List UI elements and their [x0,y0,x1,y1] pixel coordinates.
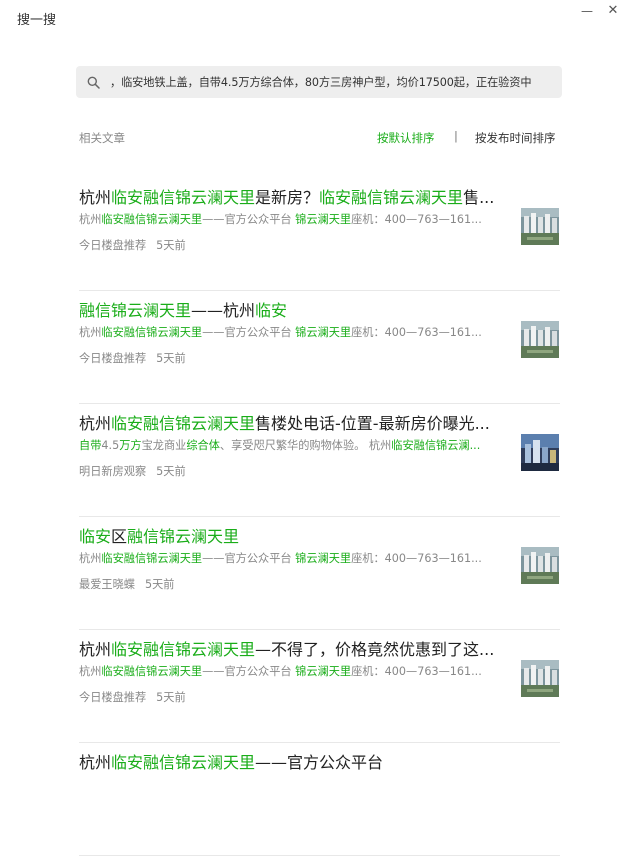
snippet-highlight: 综合体 [186,439,220,452]
result-meta: 今日楼盘推荐 5天前 [79,237,186,253]
title-text: 杭州 [79,188,112,207]
snippet-text: ——官方公众平台 [202,326,296,339]
search-icon[interactable] [76,76,110,89]
result-date: 5天前 [156,239,186,252]
minimize-icon[interactable]: — [578,2,596,20]
result-meta: 最爱王晓蝶 5天前 [79,576,174,592]
result-thumbnail[interactable] [521,660,559,697]
result-title[interactable]: 杭州临安融信锦云澜天里——官方公众平台 [79,749,549,773]
title-highlight: 融信锦云澜天里 [79,301,192,320]
title-text: 杭州 [79,640,112,659]
related-articles-label: 相关文章 [79,131,125,145]
result-item[interactable]: 杭州临安融信锦云澜天里—不得了，价格竟然优惠到了这... 杭州临安融信锦云澜天里—… [79,630,560,743]
results-list: 杭州临安融信锦云澜天里是新房？临安融信锦云澜天里售... 杭州临安融信锦云澜天里—… [79,178,560,856]
snippet-text: ——官方公众平台 [202,665,296,678]
snippet-highlight: 临安融信锦云澜... [391,439,481,452]
snippet-text: ——官方公众平台 [202,213,296,226]
title-highlight: 临安融信锦云澜天里 [111,188,256,207]
result-title[interactable]: 临安区融信锦云澜天里 [79,523,549,547]
result-meta: 今日楼盘推荐 5天前 [79,689,186,705]
snippet-text: 座机：400—763—161... [351,326,482,339]
result-source[interactable]: 今日楼盘推荐 [79,691,146,704]
result-date: 5天前 [156,352,186,365]
title-text: 杭州 [79,414,112,433]
snippet-text: 宝龙商业 [141,439,187,452]
title-text: 是新房？ [255,188,320,207]
result-title[interactable]: 融信锦云澜天里——杭州临安 [79,297,549,321]
list-header: 相关文章 按默认排序 | 按发布时间排序 [79,129,560,148]
title-highlight: 临安 [255,301,288,320]
result-thumbnail[interactable] [521,434,559,471]
title-highlight: 临安融信锦云澜天里 [111,640,256,659]
result-snippet: 杭州临安融信锦云澜天里——官方公众平台 锦云澜天里座机：400—763—161.… [79,324,509,340]
search-bar[interactable]: ，临安地铁上盖，自带4.5万方综合体，80方三房神户型，均价17500起，正在验… [76,66,562,98]
result-item[interactable]: 临安区融信锦云澜天里 杭州临安融信锦云澜天里——官方公众平台 锦云澜天里座机：40… [79,517,560,630]
snippet-text: 杭州 [79,552,102,565]
result-date: 5天前 [144,578,175,591]
result-item[interactable]: 杭州临安融信锦云澜天里是新房？临安融信锦云澜天里售... 杭州临安融信锦云澜天里—… [79,178,560,291]
snippet-text: ——官方公众平台 [202,552,296,565]
snippet-highlight: 锦云澜天里 [295,213,352,226]
snippet-highlight: 锦云澜天里 [295,552,352,565]
snippet-text: 杭州 [79,213,102,226]
result-snippet: 自带4.5万方宝龙商业综合体、享受咫尺繁华的购物体验。 杭州临安融信锦云澜... [79,437,509,453]
snippet-text: 杭州 [79,326,102,339]
result-thumbnail[interactable] [521,208,559,245]
result-meta: 明日新房观察 5天前 [79,463,186,479]
snippet-highlight: 万方 [119,439,142,452]
result-source[interactable]: 今日楼盘推荐 [79,239,146,252]
snippet-highlight: 临安融信锦云澜天里 [101,213,203,226]
result-source[interactable]: 明日新房观察 [79,465,146,478]
sort-divider: | [454,129,458,143]
result-source[interactable]: 今日楼盘推荐 [79,352,146,365]
snippet-text: 4.5 [101,439,120,452]
result-snippet: 杭州临安融信锦云澜天里——官方公众平台 锦云澜天里座机：400—763—161.… [79,211,509,227]
result-item[interactable]: 融信锦云澜天里——杭州临安 杭州临安融信锦云澜天里——官方公众平台 锦云澜天里座机… [79,291,560,404]
result-title[interactable]: 杭州临安融信锦云澜天里是新房？临安融信锦云澜天里售... [79,184,549,208]
snippet-highlight: 临安融信锦云澜天里 [101,665,203,678]
result-date: 5天前 [156,691,186,704]
result-item[interactable]: 杭州临安融信锦云澜天里售楼处电话-位置-最新房价曝光... 自带4.5万方宝龙商业… [79,404,560,517]
result-title[interactable]: 杭州临安融信锦云澜天里售楼处电话-位置-最新房价曝光... [79,410,549,434]
search-input[interactable]: ，临安地铁上盖，自带4.5万方综合体，80方三房神户型，均价17500起，正在验… [110,74,562,90]
snippet-text: 杭州 [79,665,102,678]
result-snippet: 杭州临安融信锦云澜天里——官方公众平台 锦云澜天里座机：400—763—161.… [79,663,509,679]
snippet-highlight: 临安融信锦云澜天里 [101,552,203,565]
snippet-highlight: 锦云澜天里 [295,665,352,678]
sort-default-button[interactable]: 按默认排序 [377,130,435,146]
title-highlight: 融信锦云澜天里 [127,527,240,546]
result-thumbnail[interactable] [521,321,559,358]
title-highlight: 临安融信锦云澜天里 [111,414,256,433]
title-highlight: 临安融信锦云澜天里 [319,188,464,207]
snippet-text: 座机：400—763—161... [351,665,482,678]
result-thumbnail[interactable] [521,547,559,584]
snippet-highlight: 自带 [79,439,102,452]
snippet-text: 座机：400—763—161... [351,552,482,565]
result-title[interactable]: 杭州临安融信锦云澜天里—不得了，价格竟然优惠到了这... [79,636,549,660]
title-text: ——杭州 [191,301,256,320]
title-text: —不得了，价格竟然优惠到了这... [255,640,495,659]
title-highlight: 临安 [79,527,112,546]
title-text: 区 [111,527,128,546]
close-icon[interactable]: ✕ [604,2,622,20]
result-item[interactable]: 杭州临安融信锦云澜天里——官方公众平台 [79,743,560,856]
result-date: 5天前 [156,465,186,478]
result-meta: 今日楼盘推荐 5天前 [79,350,186,366]
snippet-highlight: 锦云澜天里 [295,326,352,339]
sort-by-time-button[interactable]: 按发布时间排序 [475,130,556,146]
window-title: 搜一搜 [17,13,57,28]
snippet-text: 、享受咫尺繁华的购物体验。 杭州 [219,439,392,452]
title-text: 售楼处电话-位置-最新房价曝光... [255,414,490,433]
result-snippet: 杭州临安融信锦云澜天里——官方公众平台 锦云澜天里座机：400—763—161.… [79,550,509,566]
snippet-text: 座机：400—763—161... [351,213,482,226]
result-source[interactable]: 最爱王晓蝶 [79,578,135,591]
title-text: 售... [463,188,495,207]
snippet-highlight: 临安融信锦云澜天里 [101,326,203,339]
